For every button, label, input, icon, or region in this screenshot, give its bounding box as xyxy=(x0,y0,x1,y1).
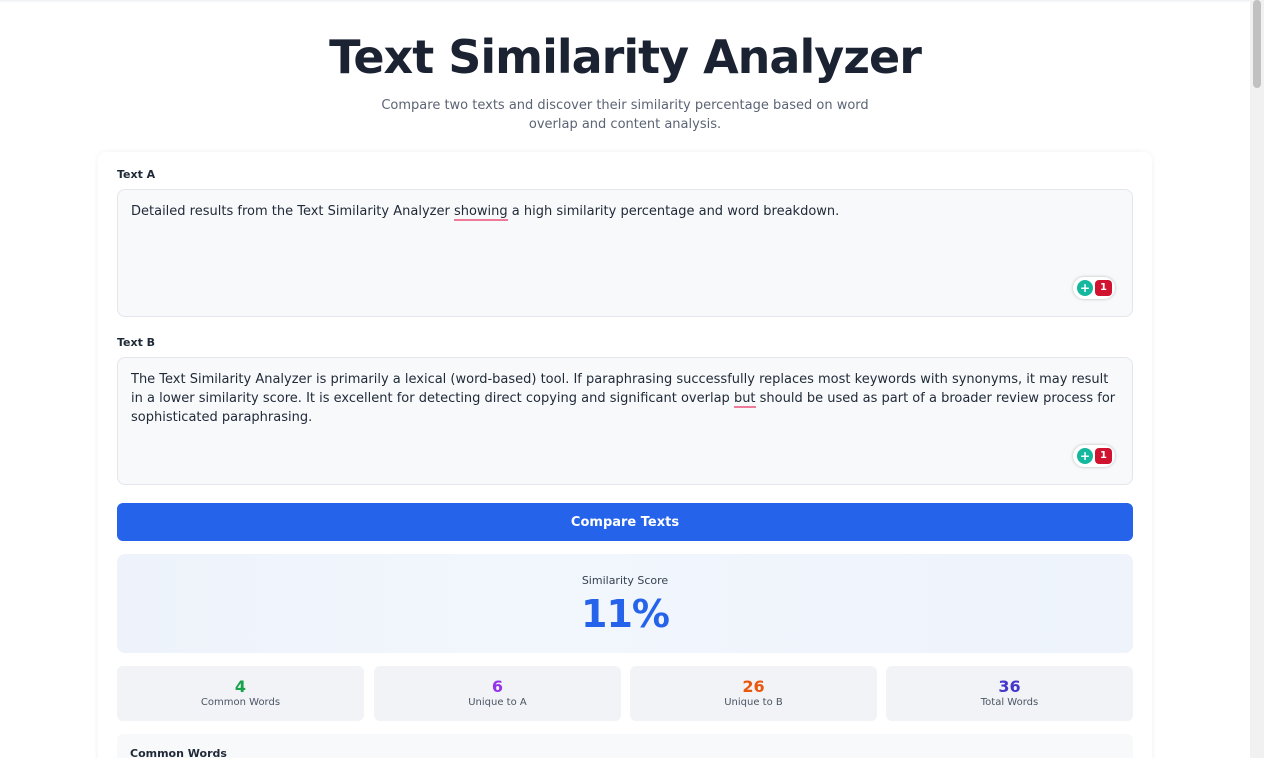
similarity-score-panel: Similarity Score 11% xyxy=(117,554,1133,653)
text-b-flagged-word[interactable]: but xyxy=(733,391,756,408)
stat-value: 4 xyxy=(234,677,247,696)
page-title: Text Similarity Analyzer xyxy=(329,30,922,84)
page-scrollbar[interactable] xyxy=(1250,0,1264,758)
text-b-label: Text B xyxy=(117,336,156,349)
stat-label: Unique to B xyxy=(724,697,783,708)
page-subtitle: Compare two texts and discover their sim… xyxy=(381,98,869,132)
stat-label: Unique to A xyxy=(468,697,527,708)
stat-value: 6 xyxy=(491,677,504,696)
lightbulb-icon: + xyxy=(1077,448,1093,464)
stat-unique-to-b: 26 Unique to B xyxy=(630,666,877,721)
text-a-value-start: Detailed results from the Text Similarit… xyxy=(131,204,454,219)
page: Text Similarity Analyzer Compare two tex… xyxy=(0,0,1250,758)
text-a-grammar-count: 1 xyxy=(1095,280,1112,296)
stat-common-words: 4 Common Words xyxy=(117,666,364,721)
top-shade xyxy=(0,0,1250,3)
text-a-grammar-badge[interactable]: + 1 xyxy=(1073,277,1115,299)
text-a-input[interactable]: Detailed results from the Text Similarit… xyxy=(117,189,1133,317)
lightbulb-icon: + xyxy=(1077,280,1093,296)
compare-texts-button[interactable]: Compare Texts xyxy=(117,503,1133,541)
stat-label: Total Words xyxy=(980,697,1039,708)
text-b-grammar-badge[interactable]: + 1 xyxy=(1073,445,1115,467)
text-b-input[interactable]: The Text Similarity Analyzer is primaril… xyxy=(117,357,1133,485)
common-words-title: Common Words xyxy=(130,747,227,758)
text-a-label: Text A xyxy=(117,168,156,181)
stat-value: 36 xyxy=(998,677,1021,696)
similarity-score-value: 11% xyxy=(581,592,670,636)
similarity-score-label: Similarity Score xyxy=(581,574,669,587)
common-words-panel: Common Words xyxy=(117,734,1133,758)
stat-value: 26 xyxy=(742,677,765,696)
text-a-value-end: a high similarity percentage and word br… xyxy=(507,204,840,219)
scrollbar-thumb[interactable] xyxy=(1253,0,1261,88)
stat-total-words: 36 Total Words xyxy=(886,666,1133,721)
stat-label: Common Words xyxy=(200,697,281,708)
stat-unique-to-a: 6 Unique to A xyxy=(374,666,621,721)
text-a-flagged-word[interactable]: showing xyxy=(453,204,508,221)
text-b-grammar-count: 1 xyxy=(1095,448,1112,464)
